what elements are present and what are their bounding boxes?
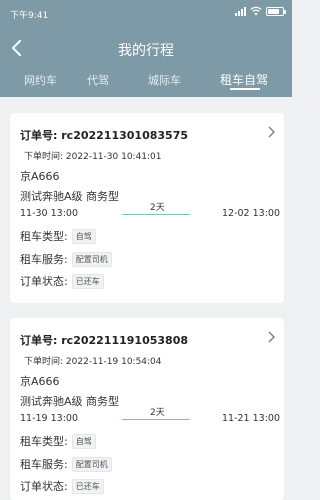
order-time-value: 2022-11-19 10:54:04 <box>65 357 162 367</box>
rental-duration: 2天 <box>150 203 165 213</box>
order-status-tag: 已还车 <box>71 273 104 289</box>
order-status-row: 订单状态: 已还车 <box>20 273 104 289</box>
rent-type-tag: 自驾 <box>71 433 96 449</box>
tab-ride-hailing[interactable]: 网约车 <box>24 72 57 88</box>
car-plate: 京A666 <box>20 170 60 183</box>
order-number-label: 订单号: <box>20 334 58 347</box>
rent-service-label: 租车服务: <box>20 253 68 266</box>
order-time-value: 2022-11-30 10:41:01 <box>65 152 162 162</box>
duration-line <box>122 214 190 215</box>
order-status-label: 订单状态: <box>20 480 68 493</box>
order-status-tag: 已还车 <box>71 478 104 494</box>
wifi-icon <box>250 6 262 16</box>
order-number-value: rc202211301083575 <box>61 129 189 142</box>
order-number-label: 订单号: <box>20 129 58 142</box>
page-title: 我的行程 <box>118 43 174 59</box>
duration-line <box>122 419 190 420</box>
order-time-label: 下单时间: <box>24 152 64 162</box>
rent-service-tag: 配置司机 <box>71 251 112 267</box>
order-card[interactable]: 订单号: rc202211191053808 下单时间: 2022-11-19 … <box>10 318 284 500</box>
rental-end: 11-21 13:00 <box>221 413 280 424</box>
car-model: 测试奔驰A级 商务型 <box>20 190 120 203</box>
order-number: 订单号: rc202211301083575 <box>20 127 188 143</box>
order-time: 下单时间: 2022-11-19 10:54:04 <box>24 354 162 367</box>
rent-type-row: 租车类型: 自驾 <box>20 228 96 244</box>
rent-service-row: 租车服务: 配置司机 <box>20 251 112 267</box>
rent-type-tag: 自驾 <box>71 228 96 244</box>
rent-type-label: 租车类型: <box>20 230 68 243</box>
rent-service-tag: 配置司机 <box>71 456 112 472</box>
active-tab-indicator <box>230 88 260 90</box>
status-bar: 下午9:41 <box>0 0 292 26</box>
order-status-label: 订单状态: <box>20 275 68 288</box>
chevron-right-icon[interactable] <box>266 330 276 344</box>
rent-type-label: 租车类型: <box>20 435 68 448</box>
car-model: 测试奔驰A级 商务型 <box>20 395 120 408</box>
rent-service-row: 租车服务: 配置司机 <box>20 456 112 472</box>
tab-designated-driver[interactable]: 代驾 <box>87 72 109 88</box>
order-status-row: 订单状态: 已还车 <box>20 478 104 494</box>
battery-icon <box>266 6 286 16</box>
order-time: 下单时间: 2022-11-30 10:41:01 <box>24 149 162 162</box>
rental-duration: 2天 <box>150 408 165 418</box>
rent-service-label: 租车服务: <box>20 458 68 471</box>
order-number-value: rc202211191053808 <box>61 334 189 347</box>
rental-start: 11-19 13:00 <box>20 413 79 424</box>
rental-end: 12-02 13:00 <box>221 208 280 219</box>
tab-intercity[interactable]: 城际车 <box>148 72 181 88</box>
tab-bar: 网约车 代驾 城际车 租车自驾 <box>0 68 292 94</box>
order-card[interactable]: 订单号: rc202211301083575 下单时间: 2022-11-30 … <box>10 113 284 303</box>
order-time-label: 下单时间: <box>24 357 64 367</box>
header: 下午9:41 我的行程 网约车 代驾 城际车 租车自驾 <box>0 0 292 97</box>
order-number: 订单号: rc202211191053808 <box>20 332 188 348</box>
rent-type-row: 租车类型: 自驾 <box>20 433 96 449</box>
status-icons <box>235 6 286 16</box>
status-time: 下午9:41 <box>10 11 49 21</box>
chevron-right-icon[interactable] <box>266 125 276 139</box>
tab-self-drive-rental[interactable]: 租车自驾 <box>220 71 268 88</box>
rental-start: 11-30 13:00 <box>20 208 79 219</box>
car-plate: 京A666 <box>20 375 60 388</box>
signal-icon <box>235 6 246 16</box>
